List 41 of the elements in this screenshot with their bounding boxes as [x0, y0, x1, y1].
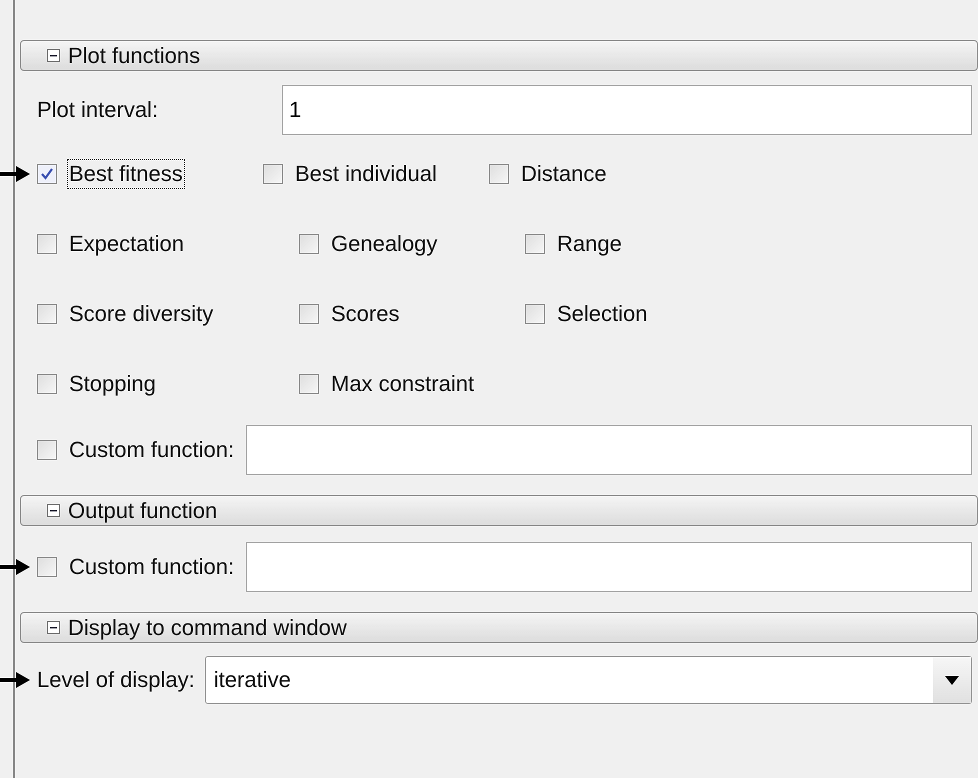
section-header[interactable]: Output function — [20, 495, 978, 526]
collapse-icon — [47, 621, 60, 634]
input-field[interactable] — [246, 542, 972, 592]
checkbox-option[interactable]: Max constraint — [299, 369, 508, 399]
checkbox[interactable] — [37, 234, 57, 254]
checkbox-option[interactable]: Selection — [525, 299, 734, 329]
collapse-icon — [47, 49, 60, 62]
collapse-icon — [47, 504, 60, 517]
checkbox-option[interactable]: Score diversity — [37, 299, 282, 329]
checkbox[interactable] — [525, 304, 545, 324]
pointer-arrow-icon — [0, 672, 30, 688]
checkbox-option[interactable]: Expectation — [37, 229, 282, 259]
checkbox[interactable] — [37, 304, 57, 324]
checkbox-option[interactable]: Genealogy — [299, 229, 508, 259]
checkbox[interactable] — [37, 164, 57, 184]
checkbox[interactable] — [263, 164, 283, 184]
checkbox[interactable] — [489, 164, 509, 184]
field-label: Plot interval: — [36, 97, 160, 123]
checkbox-option[interactable]: Custom function: — [37, 552, 236, 582]
checkbox-option[interactable]: Range — [525, 229, 734, 259]
pointer-arrow-icon — [0, 166, 30, 182]
pointer-arrow-icon — [0, 559, 30, 575]
dropdown[interactable]: iterative — [204, 656, 972, 704]
checkbox[interactable] — [299, 374, 319, 394]
field-label: Level of display: — [37, 667, 195, 693]
checkbox[interactable] — [299, 304, 319, 324]
checkbox[interactable] — [37, 440, 57, 460]
checkbox[interactable] — [37, 557, 57, 577]
checkbox[interactable] — [37, 374, 57, 394]
checkbox-option[interactable]: Custom function: — [37, 435, 236, 465]
checkbox[interactable] — [299, 234, 319, 254]
checkbox-option[interactable]: Stopping — [37, 369, 282, 399]
checkbox[interactable] — [525, 234, 545, 254]
checkbox-option[interactable]: Scores — [299, 299, 508, 329]
input-field[interactable]: 1 — [282, 85, 972, 135]
dropdown-arrow-icon — [945, 676, 959, 684]
section-header[interactable]: Plot functions — [20, 40, 978, 71]
checkbox-option[interactable]: Best individual — [263, 159, 472, 189]
checkbox-option[interactable]: Distance — [489, 159, 734, 189]
input-field[interactable] — [246, 425, 972, 475]
section-header[interactable]: Display to command window — [20, 612, 978, 643]
